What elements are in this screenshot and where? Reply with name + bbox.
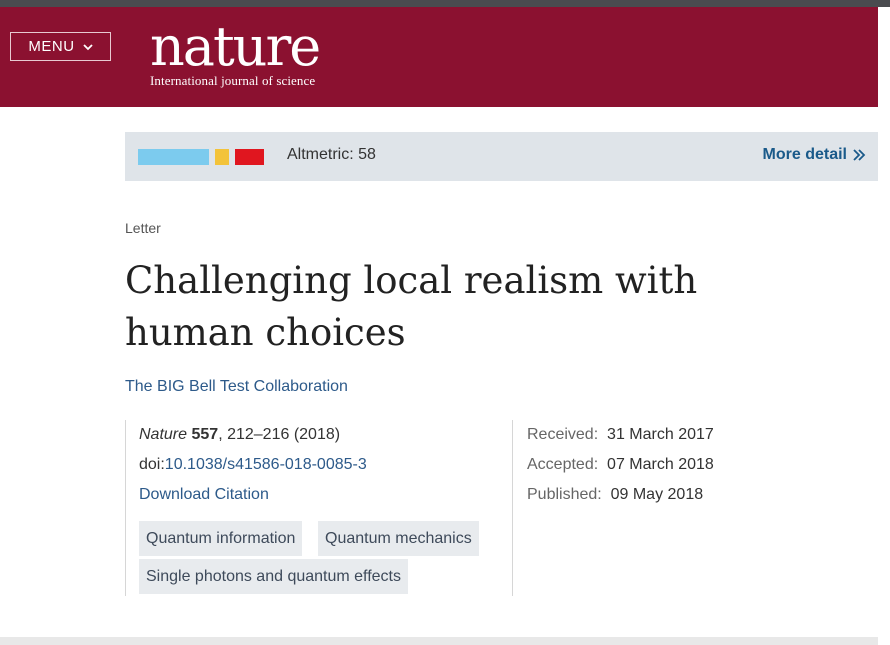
accepted-date: Accepted: 07 March 2018 bbox=[527, 456, 714, 474]
received-date: Received: 31 March 2017 bbox=[527, 426, 714, 444]
received-value: 31 March 2017 bbox=[607, 426, 714, 443]
logo-wordmark: nature bbox=[150, 15, 321, 78]
journal-name: Nature bbox=[139, 426, 188, 443]
altmetric-bar: Altmetric: 58 More detail bbox=[125, 132, 878, 181]
double-chevron-right-icon bbox=[853, 149, 866, 161]
section-divider bbox=[0, 637, 878, 645]
received-label: Received: bbox=[527, 426, 599, 443]
altmetric-segment-yellow bbox=[215, 149, 229, 165]
article-type: Letter bbox=[125, 220, 161, 236]
volume-number: 557 bbox=[191, 426, 219, 443]
citation-reference: Nature 557, 212–216 (2018) bbox=[139, 426, 340, 444]
article-authors[interactable]: The BIG Bell Test Collaboration bbox=[125, 378, 348, 396]
published-value: 09 May 2018 bbox=[610, 486, 704, 503]
more-detail-link[interactable]: More detail bbox=[763, 146, 866, 164]
article-title: Challenging local realism with human cho… bbox=[125, 259, 698, 354]
chevron-down-icon bbox=[82, 43, 93, 50]
doi-link[interactable]: 10.1038/s41586-018-0085-3 bbox=[165, 456, 367, 473]
dates-panel: Received: 31 March 2017 Accepted: 07 Mar… bbox=[527, 420, 827, 520]
doi-prefix: doi: bbox=[139, 456, 165, 473]
download-citation-link[interactable]: Download Citation bbox=[139, 486, 269, 504]
citation-panel: Nature 557, 212–216 (2018) doi:10.1038/s… bbox=[125, 420, 513, 596]
published-date: Published: 09 May 2018 bbox=[527, 486, 703, 504]
accepted-value: 07 March 2018 bbox=[607, 456, 714, 473]
article-page: MENU nature International journal of sci… bbox=[0, 0, 890, 645]
accepted-label: Accepted: bbox=[527, 456, 599, 473]
altmetric-score: Altmetric: 58 bbox=[287, 146, 376, 163]
page-range: , 212–216 (2018) bbox=[218, 426, 341, 443]
doi-line: doi:10.1038/s41586-018-0085-3 bbox=[139, 456, 367, 474]
menu-label: MENU bbox=[28, 38, 75, 55]
scrollbar-gutter bbox=[878, 7, 890, 645]
subject-tag[interactable]: Quantum information bbox=[139, 521, 303, 556]
altmetric-segment-blue bbox=[138, 149, 209, 165]
menu-button[interactable]: MENU bbox=[10, 32, 111, 61]
subject-tag[interactable]: Quantum mechanics bbox=[318, 521, 479, 556]
more-detail-label: More detail bbox=[762, 146, 847, 163]
nature-logo[interactable]: nature International journal of science bbox=[150, 15, 321, 89]
site-header: MENU nature International journal of sci… bbox=[0, 7, 878, 107]
browser-top-strip bbox=[0, 0, 890, 7]
altmetric-segment-red bbox=[235, 149, 264, 165]
subject-tag[interactable]: Single photons and quantum effects bbox=[139, 559, 408, 594]
logo-tagline: International journal of science bbox=[150, 73, 316, 88]
published-label: Published: bbox=[527, 486, 602, 503]
